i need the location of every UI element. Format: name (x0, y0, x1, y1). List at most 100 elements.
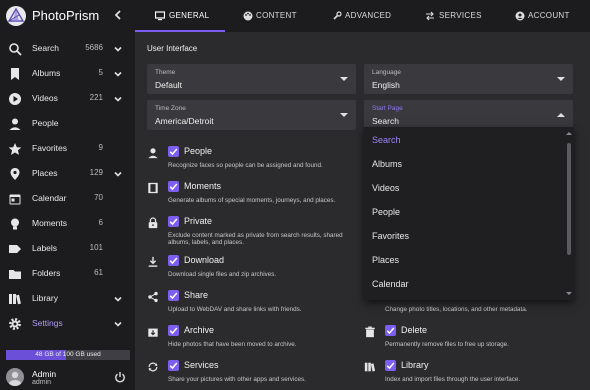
checkmark-icon (169, 183, 178, 191)
tab-account[interactable]: ACCOUNT (500, 0, 590, 32)
sidebar-item-label: Calendar (32, 193, 67, 203)
palette-icon (243, 11, 253, 21)
sidebar-item-count: 70 (94, 193, 103, 202)
user-account[interactable]: Admin admin (0, 365, 135, 390)
chevron-down-icon[interactable] (113, 319, 123, 329)
person-icon (148, 148, 158, 159)
chevron-down-icon[interactable] (113, 69, 123, 79)
start-page-select[interactable]: Start Page Search (364, 100, 573, 130)
checkbox-checked[interactable] (168, 255, 179, 266)
checkmark-icon (169, 327, 178, 335)
checkmark-icon (386, 327, 395, 335)
filmstrip-icon (148, 182, 158, 194)
checkbox-checked[interactable] (168, 181, 179, 192)
sidebar-item-label: Labels (32, 243, 58, 253)
play-circle-icon (9, 93, 21, 105)
scroll-down-icon[interactable] (566, 291, 572, 296)
logout-power-icon[interactable] (114, 371, 126, 383)
checkbox-checked[interactable] (385, 325, 396, 336)
sidebar-item-labels[interactable]: Labels 101 (0, 237, 135, 262)
sidebar-item-library[interactable]: Library (0, 287, 135, 312)
sidebar-item-label: Places (32, 168, 58, 178)
option-description: Generate albums of special moments, jour… (168, 197, 336, 204)
option-library: Library Index and import files through th… (364, 359, 579, 390)
checkbox-checked[interactable] (168, 360, 179, 371)
checkbox-checked[interactable] (168, 146, 179, 157)
menu-item-favorites[interactable]: Favorites (364, 224, 566, 248)
menu-scrollbar[interactable] (567, 143, 571, 255)
option-delete: Delete Permanently remove files to free u… (364, 324, 579, 359)
sidebar-item-count: 5 (98, 68, 103, 77)
option-label: Library (401, 360, 429, 370)
tab-general[interactable]: GENERAL (135, 0, 225, 32)
tab-advanced[interactable]: ADVANCED (315, 0, 410, 32)
menu-item-people[interactable]: People (364, 200, 566, 224)
lock-icon (148, 217, 158, 229)
menu-item-places[interactable]: Places (364, 248, 566, 272)
sidebar-item-settings[interactable]: Settings (0, 312, 135, 337)
menu-item-label: Albums (372, 159, 403, 169)
menu-item-calendar[interactable]: Calendar (364, 272, 566, 296)
sidebar-item-albums[interactable]: Albums 5 (0, 62, 135, 87)
option-label: Delete (401, 325, 428, 335)
sidebar-item-count: 9 (98, 143, 103, 152)
option-description: Hide photos that have been moved to arch… (168, 341, 297, 348)
chevron-down-icon[interactable] (113, 94, 123, 104)
place-icon (10, 168, 20, 180)
collapse-sidebar-icon[interactable] (112, 8, 124, 22)
avatar (6, 368, 24, 386)
scroll-up-icon[interactable] (566, 131, 572, 136)
option-moments: Moments Generate albums of special moment… (147, 180, 362, 215)
sidebar-item-people[interactable]: People (0, 112, 135, 137)
sidebar-item-calendar[interactable]: Calendar 70 (0, 187, 135, 212)
sidebar-item-label: Library (32, 293, 58, 303)
menu-item-albums[interactable]: Albums (364, 152, 566, 176)
checkmark-icon (386, 362, 395, 370)
settings-tabs: GENERAL CONTENT ADVANCED SERVICES ACCOUN… (135, 0, 590, 32)
sidebar-item-label: Folders (32, 268, 61, 278)
checkmark-icon (169, 292, 178, 300)
sidebar-item-places[interactable]: Places 129 (0, 162, 135, 187)
sidebar-item-label: Moments (32, 218, 67, 228)
timezone-select[interactable]: Time Zone America/Detroit (147, 100, 356, 130)
tab-label: CONTENT (256, 11, 297, 20)
star-icon (8, 143, 22, 155)
language-select[interactable]: Language English (364, 64, 573, 94)
checkbox-checked[interactable] (168, 290, 179, 301)
chevron-down-icon[interactable] (113, 169, 123, 179)
option-label: Share (184, 290, 209, 300)
menu-item-label: Videos (372, 183, 400, 193)
checkbox-checked[interactable] (385, 360, 396, 371)
option-archive: Archive Hide photos that have been moved … (147, 324, 362, 359)
sidebar-item-moments[interactable]: Moments 6 (0, 212, 135, 237)
tab-content[interactable]: CONTENT (225, 0, 315, 32)
sidebar-item-count: 6 (98, 218, 103, 227)
sidebar-item-videos[interactable]: Videos 221 (0, 87, 135, 112)
sync-icon (148, 362, 158, 372)
tab-services[interactable]: SERVICES (410, 0, 500, 32)
sidebar-item-label: People (32, 118, 59, 128)
checkbox-checked[interactable] (168, 325, 179, 336)
sidebar-item-folders[interactable]: Folders 61 (0, 262, 135, 287)
checkmark-icon (169, 362, 178, 370)
field-value: Default (155, 80, 182, 90)
sidebar-item-search[interactable]: Search 5686 (0, 37, 135, 62)
sidebar-item-favorites[interactable]: Favorites 9 (0, 137, 135, 162)
theme-select[interactable]: Theme Default (147, 64, 356, 94)
swap-icon (426, 11, 434, 21)
chevron-down-icon[interactable] (113, 44, 123, 54)
menu-item-search[interactable]: Search (364, 128, 566, 152)
person-icon (9, 118, 21, 130)
brand[interactable]: PhotoPrism (0, 0, 135, 32)
search-icon (9, 43, 22, 56)
menu-item-videos[interactable]: Videos (364, 176, 566, 200)
calendar-icon (9, 194, 21, 205)
chevron-down-icon[interactable] (113, 294, 123, 304)
sidebar-item-count: 61 (94, 268, 103, 277)
storage-usage-text: 48 GB of 100 GB used (35, 351, 101, 358)
bookmark-icon (11, 68, 19, 80)
option-description: Upload to WebDAV and share links with fr… (168, 306, 302, 313)
option-download: Download Download single files and zip ar… (147, 254, 362, 289)
checkbox-checked[interactable] (168, 216, 179, 227)
field-label: Language (372, 69, 401, 76)
